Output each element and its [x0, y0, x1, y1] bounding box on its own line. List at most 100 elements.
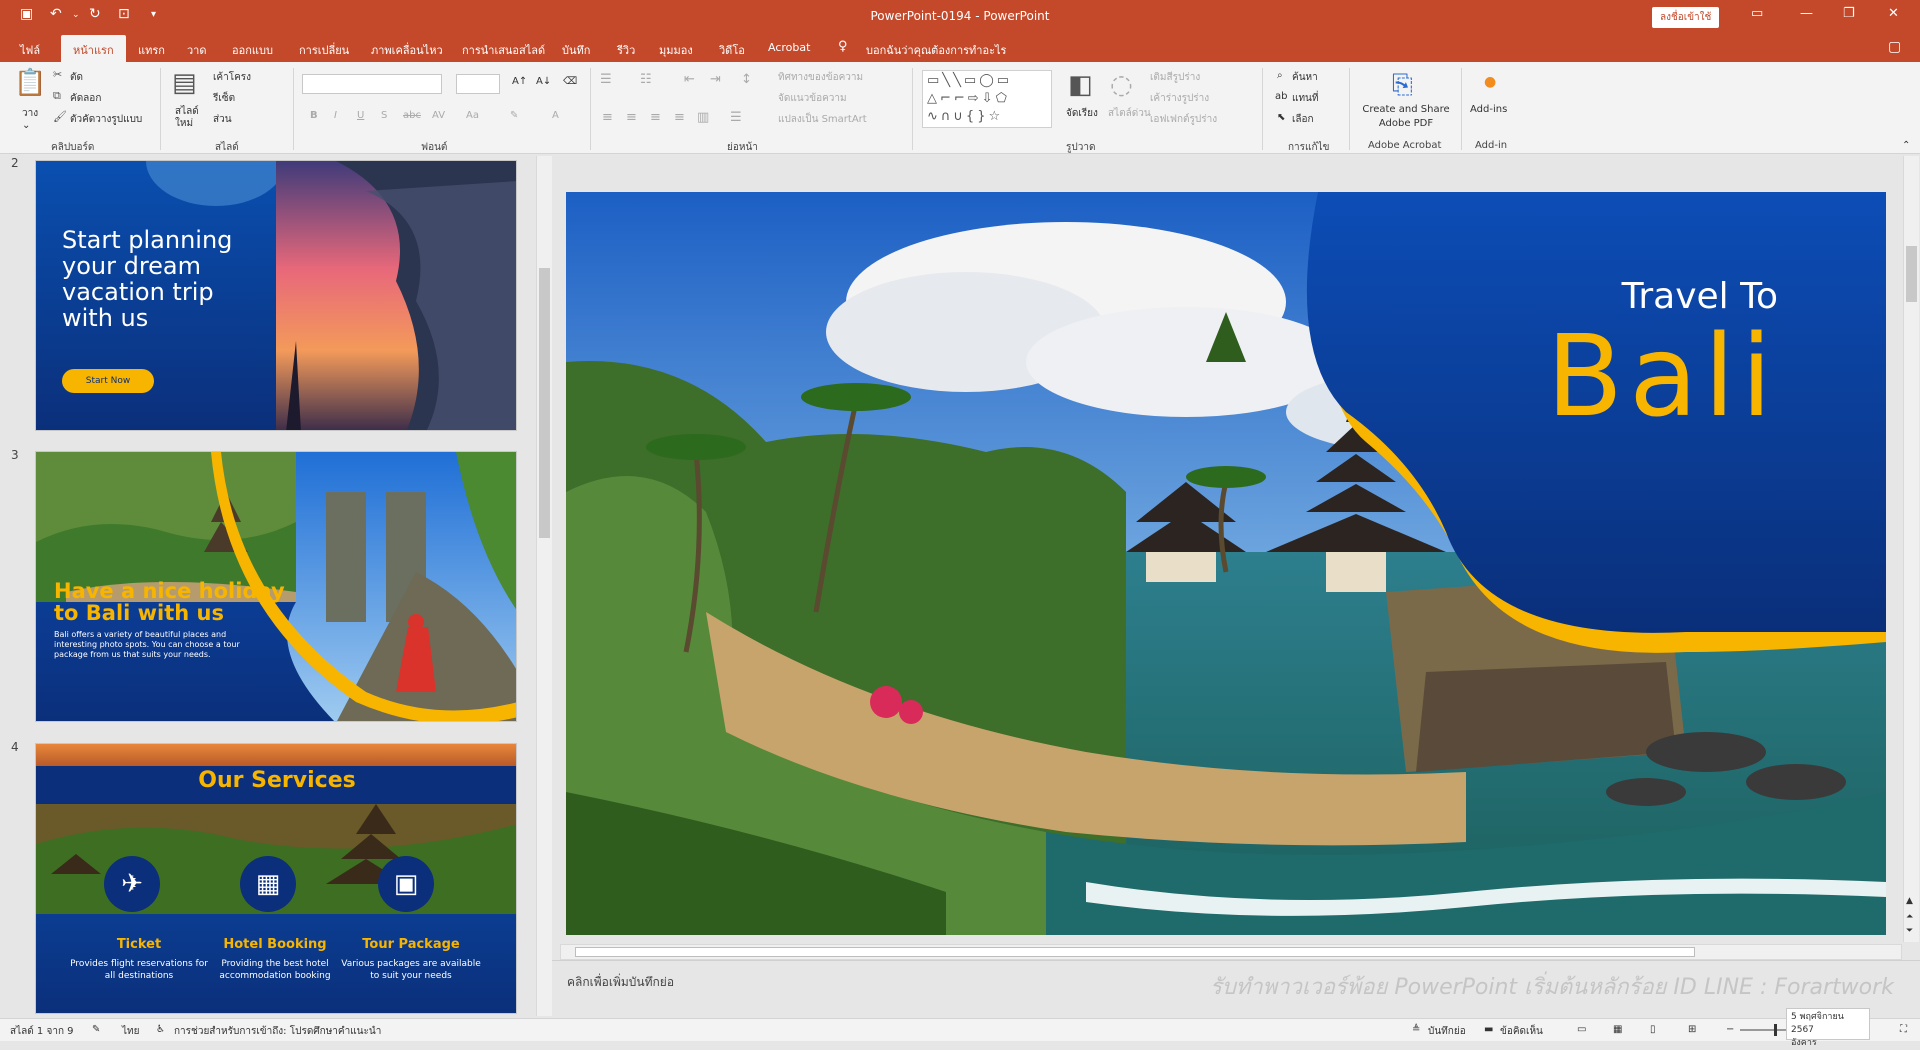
zoom-out-icon[interactable]: − [1726, 1024, 1734, 1035]
indent-icon[interactable]: ⇤ [684, 72, 695, 87]
tab-file[interactable]: ไฟล์ [20, 41, 40, 59]
shape-outline-button[interactable]: เค้าร่างรูปร่าง [1150, 91, 1209, 106]
horizontal-scrollbar[interactable] [560, 944, 1902, 960]
format-painter-icon[interactable]: 🖌 [53, 110, 67, 123]
section-button[interactable]: ส่วน [213, 112, 232, 127]
format-painter-button[interactable]: ตัวคัดวางรูปแบบ [70, 112, 142, 127]
cut-icon[interactable]: ✂ [53, 68, 62, 81]
bold-button[interactable]: B [310, 110, 318, 121]
editor-scroll-thumb[interactable] [1906, 246, 1917, 302]
accessibility-status[interactable]: การช่วยสำหรับการเข้าถึง: โปรดศึกษาคำแนะน… [174, 1024, 381, 1039]
clear-format-icon[interactable]: ⌫ [563, 76, 577, 87]
tab-slideshow[interactable]: การนำเสนอสไลด์ [462, 41, 545, 59]
increase-font-icon[interactable]: A↑ [512, 76, 527, 87]
notes-button[interactable]: บันทึกย่อ [1428, 1024, 1466, 1039]
line-spacing-icon[interactable]: ↕ [741, 72, 752, 87]
find-button[interactable]: ค้นหา [1292, 70, 1318, 85]
copy-button[interactable]: คัดลอก [70, 91, 101, 106]
cut-button[interactable]: ตัด [70, 70, 83, 85]
create-pdf-line2[interactable]: Adobe PDF [1361, 118, 1451, 129]
shapes-gallery[interactable]: ▭╲╲▭◯▭ △⌐⌐⇨⇩⬠ ∿∩∪{}☆ [922, 70, 1052, 128]
justify-icon[interactable]: ≡ [674, 110, 685, 125]
font-family-input[interactable] [302, 74, 442, 94]
next-slide-icon[interactable]: ⏷ [1906, 926, 1913, 936]
tab-view[interactable]: มุมมอง [659, 41, 693, 59]
tab-acrobat[interactable]: Acrobat [768, 41, 810, 54]
shape-fill-button[interactable]: เติมสีรูปร่าง [1150, 70, 1200, 85]
change-case-button[interactable]: Aa [466, 110, 479, 121]
align-right-icon[interactable]: ≡ [650, 110, 661, 125]
fit-slide-icon[interactable]: ⛶ [1900, 1024, 1907, 1035]
layout-button[interactable]: เค้าโครง [213, 70, 251, 85]
ribbon-display-icon[interactable]: ▭ [1751, 6, 1763, 21]
select-icon[interactable]: ⬉ [1277, 112, 1285, 123]
notes-pane[interactable]: คลิกเพื่อเพิ่มบันทึกย่อ รับทำพาวเวอร์พ้อ… [552, 960, 1920, 1018]
pdf-share-icon[interactable]: ⎘ [1392, 70, 1413, 101]
font-color-icon[interactable]: A [552, 110, 559, 121]
tab-record[interactable]: บันทึก [562, 41, 590, 59]
columns-icon[interactable]: ▥ [697, 110, 709, 125]
create-pdf-line1[interactable]: Create and Share [1361, 104, 1451, 115]
arrange-icon[interactable]: ◧ [1068, 70, 1093, 100]
close-icon[interactable]: ✕ [1888, 6, 1899, 21]
tab-insert[interactable]: แทรก [138, 41, 165, 59]
align-left-icon[interactable]: ≡ [602, 110, 613, 125]
tab-review[interactable]: รีวิว [617, 41, 635, 59]
text-direction-button[interactable]: ทิศทางของข้อความ [778, 70, 863, 85]
thumbnail-slide-3[interactable]: Have a nice holiday to Bali with us Bali… [35, 451, 517, 722]
decrease-font-icon[interactable]: A↓ [536, 76, 551, 87]
slide-subtitle[interactable]: Travel To [1308, 276, 1778, 317]
reading-view-icon[interactable]: ▯ [1650, 1024, 1656, 1035]
addins-icon[interactable]: ● [1484, 74, 1496, 90]
replace-button[interactable]: แทนที่ [1292, 91, 1318, 106]
replace-icon[interactable]: ab [1275, 91, 1287, 102]
smartart-button[interactable]: แปลงเป็น SmartArt [778, 112, 867, 127]
select-button[interactable]: เลือก [1292, 112, 1314, 127]
numbering-icon[interactable]: ☷ [640, 72, 652, 87]
quick-styles-icon[interactable]: ◌ [1110, 70, 1133, 100]
paste-dropdown-icon[interactable]: ⌄ [22, 120, 30, 131]
signin-button[interactable]: ลงชื่อเข้าใช้ [1652, 7, 1720, 28]
slide-sorter-icon[interactable]: ▦ [1613, 1024, 1622, 1035]
bullets-icon[interactable]: ☰ [600, 72, 612, 87]
slideshow-view-icon[interactable]: ⊞ [1688, 1024, 1696, 1035]
tab-transitions[interactable]: การเปลี่ยน [299, 41, 349, 59]
addins-button[interactable]: Add-ins [1470, 104, 1507, 115]
search-icon[interactable]: ⌕ [1277, 70, 1283, 81]
scroll-up-icon[interactable]: ▲ [1906, 896, 1913, 906]
thumbnail-scroll-thumb[interactable] [539, 268, 550, 538]
tab-draw[interactable]: วาด [187, 41, 207, 59]
zoom-slider-thumb[interactable] [1774, 1024, 1777, 1036]
collapse-ribbon-icon[interactable]: ⌃ [1902, 140, 1910, 151]
tell-me-search[interactable]: บอกฉันว่าคุณต้องการทำอะไร [866, 41, 1006, 59]
reset-button[interactable]: รีเซ็ต [213, 91, 235, 106]
arrange-button[interactable]: จัดเรียง [1066, 106, 1098, 121]
thumbnail-slide-4[interactable]: Our Services ✈ ▦ ▣ Ticket Provides fligh… [35, 743, 517, 1014]
normal-view-icon[interactable]: ▭ [1577, 1024, 1586, 1035]
outdent-icon[interactable]: ⇥ [710, 72, 721, 87]
align-center-icon[interactable]: ≡ [626, 110, 637, 125]
comments-button[interactable]: ข้อคิดเห็น [1500, 1024, 1543, 1039]
quick-styles-button[interactable]: สไตล์ด่วน [1108, 106, 1151, 121]
shadow-button[interactable]: S [381, 110, 387, 121]
new-slide-button[interactable]: สไลด์ใหม่ [175, 106, 199, 130]
horizontal-scroll-thumb[interactable] [575, 947, 1695, 957]
tab-design[interactable]: ออกแบบ [232, 41, 273, 59]
thumbnail-scrollbar[interactable] [536, 156, 552, 1016]
comments-icon[interactable]: ▬ [1484, 1024, 1493, 1035]
comments-icon[interactable]: ▢ [1888, 39, 1901, 55]
strikethrough-button[interactable]: abc [403, 110, 421, 121]
paragraph-settings-icon[interactable]: ☰ [730, 110, 742, 125]
italic-button[interactable]: I [334, 110, 337, 121]
prev-slide-icon[interactable]: ⏶ [1906, 912, 1913, 922]
new-slide-icon[interactable]: ▤ [172, 68, 197, 98]
spacing-icon[interactable]: AV [432, 110, 445, 121]
shape-effects-button[interactable]: เอฟเฟกต์รูปร่าง [1150, 112, 1217, 127]
notes-icon[interactable]: ≜ [1412, 1024, 1420, 1035]
paste-label[interactable]: วาง [22, 106, 38, 121]
tab-video[interactable]: วิดีโอ [719, 41, 745, 59]
accessibility-icon[interactable]: ♿ [156, 1024, 165, 1035]
notes-placeholder[interactable]: คลิกเพื่อเพิ่มบันทึกย่อ [567, 973, 674, 992]
main-slide[interactable]: Travel To Bali [566, 192, 1886, 935]
editor-scrollbar[interactable]: ▲ ⏶ ⏷ [1903, 156, 1919, 942]
